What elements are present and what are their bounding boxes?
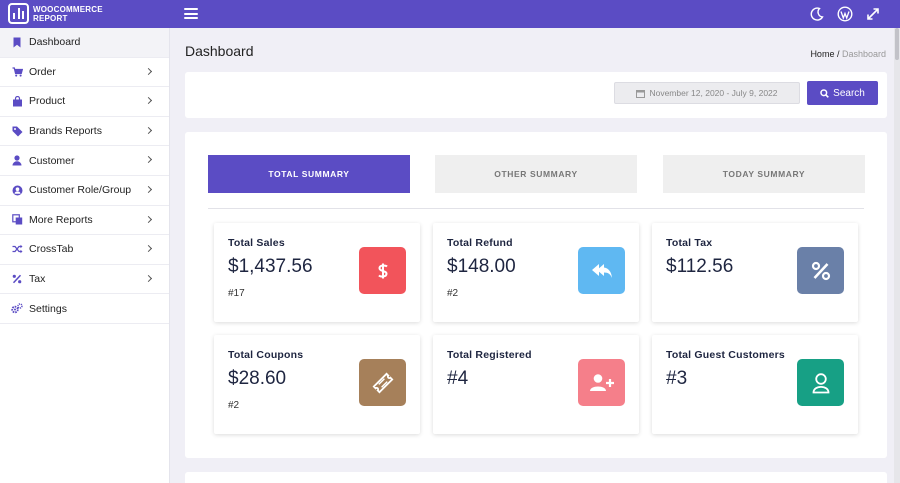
- stat-value: #4: [447, 368, 469, 389]
- cogs-icon: [11, 303, 23, 315]
- wordpress-icon[interactable]: [837, 6, 853, 22]
- menu-icon[interactable]: [184, 8, 198, 19]
- scrollbar-thumb[interactable]: [895, 28, 899, 60]
- stat-title: Total Tax: [666, 237, 713, 249]
- tab-total-summary[interactable]: TOTAL SUMMARY: [208, 155, 410, 193]
- sidebar-item-product[interactable]: Product: [0, 87, 169, 117]
- stat-value: $148.00: [447, 256, 516, 277]
- logo-line-1: WOOCOMMERCE: [33, 4, 103, 14]
- breadcrumb-home[interactable]: Home: [810, 49, 834, 59]
- stat-card-total-guest-customers: Total Guest Customers #3: [652, 335, 858, 434]
- stat-title: Total Coupons: [228, 349, 304, 361]
- moon-icon[interactable]: [809, 6, 825, 22]
- reply-all-icon: [578, 247, 625, 294]
- sidebar-item-brands-reports[interactable]: Brands Reports: [0, 117, 169, 147]
- stat-title: Total Registered: [447, 349, 532, 361]
- page-scrollbar[interactable]: [894, 28, 900, 483]
- sidebar-item-order[interactable]: Order: [0, 58, 169, 88]
- user-outline-icon: [797, 359, 844, 406]
- stat-value: $28.60: [228, 368, 287, 389]
- lower-card: [185, 472, 887, 483]
- dollar-icon: [359, 247, 406, 294]
- stat-card-total-coupons: Total Coupons $28.60 #2: [214, 335, 420, 434]
- stat-value: #3: [666, 368, 688, 389]
- percent-icon: [11, 273, 23, 285]
- app-logo[interactable]: WOOCOMMERCE REPORT: [8, 3, 103, 24]
- user-circle-icon: [11, 184, 23, 196]
- breadcrumb: Home / Dashboard: [810, 49, 886, 59]
- sidebar-item-label: More Reports: [29, 213, 93, 226]
- sidebar-item-tax[interactable]: Tax: [0, 265, 169, 295]
- sidebar-item-label: Settings: [29, 302, 67, 315]
- chevron-right-icon: [144, 67, 153, 75]
- percent-icon: [797, 247, 844, 294]
- sidebar-item-customer[interactable]: Customer: [0, 146, 169, 176]
- stat-count: #2: [228, 400, 240, 411]
- search-icon: [820, 88, 830, 98]
- stat-count: #17: [228, 288, 245, 299]
- stat-title: Total Guest Customers: [666, 349, 785, 361]
- ticket-icon: [359, 359, 406, 406]
- copy-icon: [11, 214, 23, 226]
- shopping-bag-icon: [11, 95, 23, 107]
- shuffle-icon: [11, 243, 23, 255]
- tab-other-summary[interactable]: OTHER SUMMARY: [435, 155, 637, 193]
- user-icon: [11, 155, 23, 167]
- sidebar-item-label: Dashboard: [29, 36, 81, 49]
- user-plus-icon: [578, 359, 625, 406]
- summary-card: TOTAL SUMMARY OTHER SUMMARY TODAY SUMMAR…: [185, 132, 887, 458]
- filter-card: November 12, 2020 - July 9, 2022 Search: [185, 72, 887, 118]
- stat-card-total-sales: Total Sales $1,437.56 #17: [214, 223, 420, 322]
- chevron-right-icon: [144, 245, 153, 253]
- chart-logo-icon: [8, 3, 29, 24]
- stat-title: Total Refund: [447, 237, 513, 249]
- sidebar-item-crosstab[interactable]: CrossTab: [0, 235, 169, 265]
- divider: [208, 208, 864, 209]
- stat-value: $1,437.56: [228, 256, 313, 277]
- sidebar-item-label: CrossTab: [29, 243, 74, 256]
- calendar-icon: [636, 89, 646, 98]
- sidebar-item-label: Product: [29, 95, 66, 108]
- chevron-right-icon: [144, 97, 153, 105]
- date-range-value: November 12, 2020 - July 9, 2022: [649, 88, 778, 98]
- sidebar-item-label: Customer Role/Group: [29, 184, 132, 197]
- stat-value: $112.56: [666, 256, 734, 277]
- stat-title: Total Sales: [228, 237, 285, 249]
- expand-icon[interactable]: [865, 6, 881, 22]
- sidebar-item-label: Tax: [29, 273, 46, 286]
- stat-count: #2: [447, 288, 459, 299]
- date-range-input[interactable]: November 12, 2020 - July 9, 2022: [614, 82, 800, 104]
- sidebar-item-dashboard[interactable]: Dashboard: [0, 28, 169, 58]
- stat-card-total-refund: Total Refund $148.00 #2: [433, 223, 639, 322]
- sidebar-item-label: Order: [29, 65, 56, 78]
- sidebar-item-label: Brands Reports: [29, 125, 102, 138]
- search-button-label: Search: [833, 87, 865, 99]
- bookmark-icon: [11, 36, 23, 48]
- stat-card-total-tax: Total Tax $112.56: [652, 223, 858, 322]
- chevron-right-icon: [144, 185, 153, 194]
- chevron-right-icon: [144, 126, 153, 134]
- chevron-right-icon: [144, 274, 153, 282]
- sidebar: Dashboard Order Product Brands Reports C…: [0, 28, 170, 483]
- sidebar-item-customer-role-group[interactable]: Customer Role/Group: [0, 176, 169, 206]
- breadcrumb-separator: /: [834, 49, 842, 59]
- app-logo-text: WOOCOMMERCE REPORT: [33, 5, 103, 23]
- chevron-right-icon: [144, 156, 153, 164]
- sidebar-item-label: Customer: [29, 154, 75, 167]
- page-title: Dashboard: [185, 43, 254, 59]
- sidebar-item-settings[interactable]: Settings: [0, 294, 169, 324]
- stat-card-total-registered: Total Registered #4: [433, 335, 639, 434]
- chevron-right-icon: [144, 215, 153, 223]
- tab-today-summary[interactable]: TODAY SUMMARY: [663, 155, 865, 193]
- top-bar: WOOCOMMERCE REPORT: [0, 0, 900, 28]
- search-button[interactable]: Search: [807, 81, 878, 105]
- breadcrumb-current: Dashboard: [841, 49, 886, 59]
- cart-icon: [11, 66, 23, 78]
- sidebar-item-more-reports[interactable]: More Reports: [0, 206, 169, 236]
- tag-icon: [11, 125, 23, 137]
- logo-line-2: REPORT: [33, 13, 68, 23]
